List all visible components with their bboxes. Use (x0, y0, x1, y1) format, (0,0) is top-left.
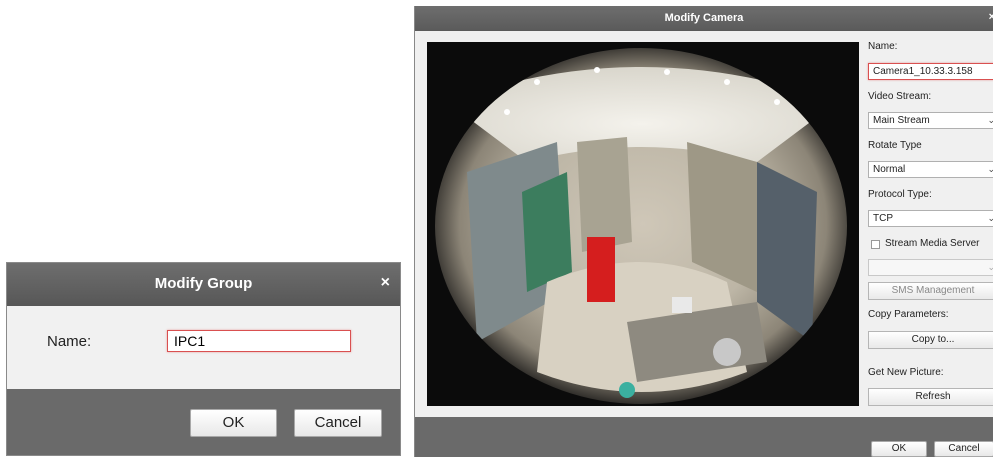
camera-dialog-titlebar[interactable]: Modify Camera × (415, 6, 993, 31)
rotate-type-value: Normal (873, 164, 906, 175)
cancel-button[interactable]: Cancel (934, 441, 993, 457)
chevron-down-icon: ⌄ (987, 213, 993, 223)
modify-camera-dialog: Modify Camera × Name: Camera1_10.33.3.15… (414, 6, 993, 457)
video-stream-label: Video Stream: (868, 91, 932, 102)
group-dialog-title: Modify Group (154, 275, 253, 292)
stream-media-server-select[interactable]: ⌄ (868, 259, 993, 276)
video-stream-value: Main Stream (873, 115, 930, 126)
camera-dialog-footer: OK Cancel (415, 417, 993, 457)
copy-parameters-label: Copy Parameters: (868, 309, 949, 320)
protocol-type-select[interactable]: TCP ⌄ (868, 210, 993, 227)
cancel-button[interactable]: Cancel (294, 409, 382, 437)
chevron-down-icon: ⌄ (987, 164, 993, 174)
protocol-type-label: Protocol Type: (868, 189, 932, 200)
ok-button[interactable]: OK (190, 409, 277, 437)
group-name-input[interactable] (167, 330, 351, 352)
name-label: Name: (868, 41, 898, 52)
group-dialog-titlebar[interactable]: Modify Group × (7, 263, 400, 306)
camera-name-input[interactable]: Camera1_10.33.3.158 (868, 63, 993, 80)
group-dialog-footer: OK Cancel (7, 389, 400, 455)
sms-management-button[interactable]: SMS Management (868, 282, 993, 300)
protocol-type-value: TCP (873, 213, 893, 224)
close-icon[interactable]: × (989, 11, 993, 23)
modify-group-dialog: Modify Group × Name: OK Cancel (6, 262, 401, 456)
stream-media-server-checkbox[interactable] (871, 240, 880, 249)
rotate-type-select[interactable]: Normal ⌄ (868, 161, 993, 178)
group-name-label: Name: (47, 333, 92, 350)
camera-preview-image (427, 42, 859, 406)
refresh-button[interactable]: Refresh (868, 388, 993, 406)
camera-dialog-title: Modify Camera (664, 12, 744, 24)
chevron-down-icon: ⌄ (987, 262, 993, 272)
copy-to-button[interactable]: Copy to... (868, 331, 993, 349)
rotate-type-label: Rotate Type (868, 140, 922, 151)
close-icon[interactable]: × (381, 274, 390, 292)
video-stream-select[interactable]: Main Stream ⌄ (868, 112, 993, 129)
ok-button[interactable]: OK (871, 441, 927, 457)
get-new-picture-label: Get New Picture: (868, 367, 944, 378)
chevron-down-icon: ⌄ (987, 115, 993, 125)
stream-media-server-label: Stream Media Server (885, 238, 980, 249)
